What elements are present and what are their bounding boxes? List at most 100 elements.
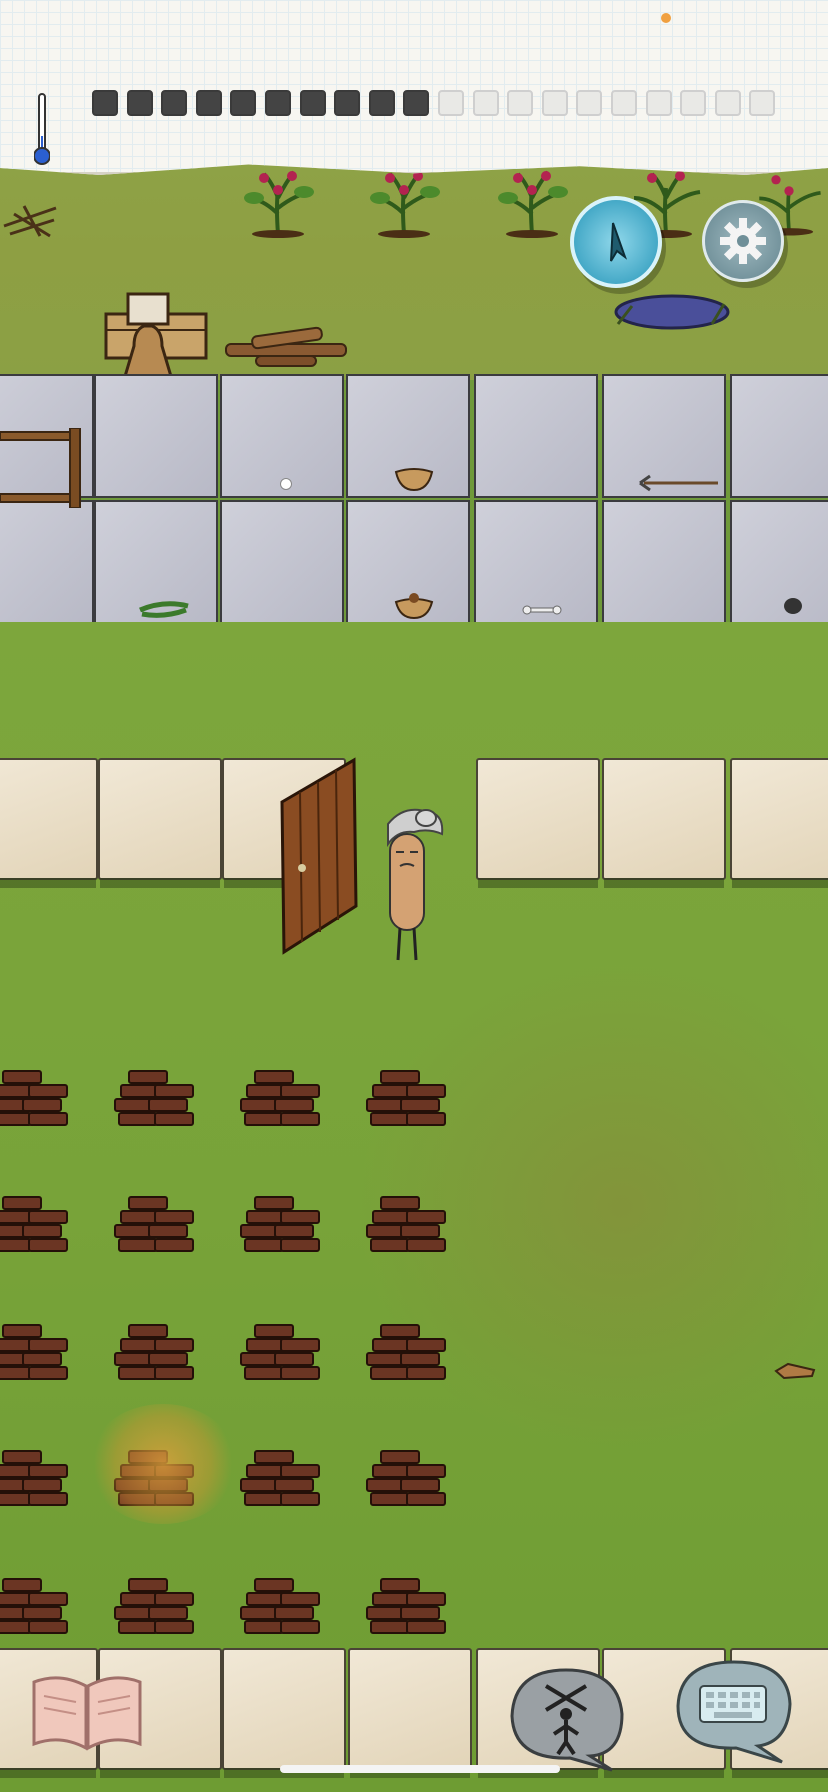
player-character[interactable] <box>374 804 448 964</box>
adobe-brick-stack[interactable] <box>366 1324 456 1384</box>
adobe-brick <box>28 1338 68 1352</box>
adobe-brick-stack[interactable] <box>366 1196 456 1256</box>
food-pip-empty <box>507 90 534 116</box>
food-pip-empty <box>611 90 637 116</box>
adobe-brick <box>274 1352 314 1366</box>
dry-grass-patch <box>88 1404 238 1524</box>
adobe-brick <box>28 1366 68 1380</box>
stone-wall[interactable] <box>730 758 828 888</box>
adobe-brick <box>254 1070 294 1084</box>
adobe-brick <box>2 1578 42 1592</box>
compass-button[interactable] <box>570 196 662 288</box>
stone-wall[interactable] <box>0 758 98 888</box>
adobe-brick <box>280 1366 320 1380</box>
adobe-brick <box>244 1238 284 1252</box>
stone-wall[interactable] <box>98 758 222 888</box>
adobe-brick <box>154 1366 194 1380</box>
pond-icon[interactable] <box>612 284 732 332</box>
adobe-brick <box>280 1592 320 1606</box>
adobe-brick <box>254 1196 294 1210</box>
rose-bush-icon[interactable] <box>490 168 574 238</box>
adobe-brick <box>400 1478 440 1492</box>
food-pip-empty <box>680 90 707 116</box>
adobe-brick <box>406 1238 446 1252</box>
fence-icon[interactable] <box>0 428 84 508</box>
adobe-brick <box>244 1620 284 1634</box>
adobe-brick <box>406 1338 446 1352</box>
adobe-brick-stack[interactable] <box>366 1450 456 1510</box>
home-indicator[interactable] <box>280 1765 560 1773</box>
adobe-brick-stack[interactable] <box>366 1578 456 1638</box>
adobe-brick <box>28 1112 68 1126</box>
adobe-brick <box>406 1210 446 1224</box>
sharp-stone-icon[interactable] <box>774 1362 816 1380</box>
adobe-brick <box>370 1366 410 1380</box>
adobe-brick-stack[interactable] <box>240 1070 330 1130</box>
settings-button[interactable] <box>702 200 784 282</box>
adobe-brick-stack[interactable] <box>366 1070 456 1130</box>
food-pip-filled <box>92 90 118 116</box>
bone-icon[interactable] <box>522 604 562 616</box>
adobe-brick <box>28 1238 68 1252</box>
adobe-brick-stack[interactable] <box>240 1450 330 1510</box>
adobe-brick <box>280 1210 320 1224</box>
adobe-brick-stack[interactable] <box>114 1070 204 1130</box>
adobe-brick-stack[interactable] <box>240 1324 330 1384</box>
tech-tree-book-button[interactable] <box>30 1672 144 1752</box>
adobe-brick <box>118 1620 158 1634</box>
adobe-brick <box>148 1606 188 1620</box>
adobe-brick-stack[interactable] <box>114 1196 204 1256</box>
adobe-brick <box>2 1070 42 1084</box>
food-pip-filled <box>126 90 153 116</box>
floor-tile <box>220 500 344 624</box>
kindling-icon[interactable] <box>0 196 64 240</box>
nut-bowl-icon[interactable] <box>394 592 434 620</box>
floor-tile <box>730 374 828 498</box>
chat-keyboard-button[interactable] <box>672 1656 796 1766</box>
adobe-brick <box>406 1492 446 1506</box>
adobe-brick-stack[interactable] <box>0 1070 78 1130</box>
adobe-brick <box>254 1450 294 1464</box>
adobe-brick-stack[interactable] <box>0 1324 78 1384</box>
adobe-brick-stack[interactable] <box>0 1450 78 1510</box>
adobe-brick <box>244 1492 284 1506</box>
firewood-icon[interactable] <box>222 326 352 372</box>
adobe-brick <box>280 1084 320 1098</box>
floor-tile <box>0 500 94 624</box>
top-status-bar <box>0 0 828 175</box>
food-pip-filled <box>299 90 326 116</box>
herb-bundle-icon[interactable] <box>136 596 192 622</box>
adobe-brick <box>406 1620 446 1634</box>
arrow-icon[interactable] <box>638 474 722 492</box>
adobe-brick-stack[interactable] <box>0 1196 78 1256</box>
food-pip-empty <box>645 90 672 116</box>
thermometer-icon <box>34 93 50 165</box>
adobe-brick-stack[interactable] <box>0 1578 78 1638</box>
adobe-brick <box>28 1464 68 1478</box>
adobe-brick <box>154 1084 194 1098</box>
flint-icon[interactable] <box>784 598 802 614</box>
wooden-door-icon[interactable] <box>272 756 362 956</box>
adobe-brick <box>370 1620 410 1634</box>
adobe-brick-stack[interactable] <box>114 1578 204 1638</box>
rose-bush-icon[interactable] <box>236 168 320 238</box>
adobe-brick <box>380 1450 420 1464</box>
stone-icon[interactable] <box>280 478 292 490</box>
adobe-brick-stack[interactable] <box>114 1324 204 1384</box>
adobe-brick <box>28 1210 68 1224</box>
emote-button[interactable] <box>506 1664 628 1776</box>
floor-tile <box>602 500 726 624</box>
gear-icon <box>720 218 766 264</box>
adobe-brick-stack[interactable] <box>240 1578 330 1638</box>
rose-bush-icon[interactable] <box>362 168 446 238</box>
clay-bowl-icon[interactable] <box>394 466 434 492</box>
status-dot <box>661 13 671 23</box>
stone-wall[interactable] <box>476 758 600 888</box>
adobe-brick <box>370 1492 410 1506</box>
adobe-brick-stack[interactable] <box>240 1196 330 1256</box>
adobe-brick <box>28 1620 68 1634</box>
adobe-brick <box>154 1338 194 1352</box>
stone-wall[interactable] <box>602 758 726 888</box>
adobe-brick <box>154 1592 194 1606</box>
adobe-brick <box>406 1084 446 1098</box>
